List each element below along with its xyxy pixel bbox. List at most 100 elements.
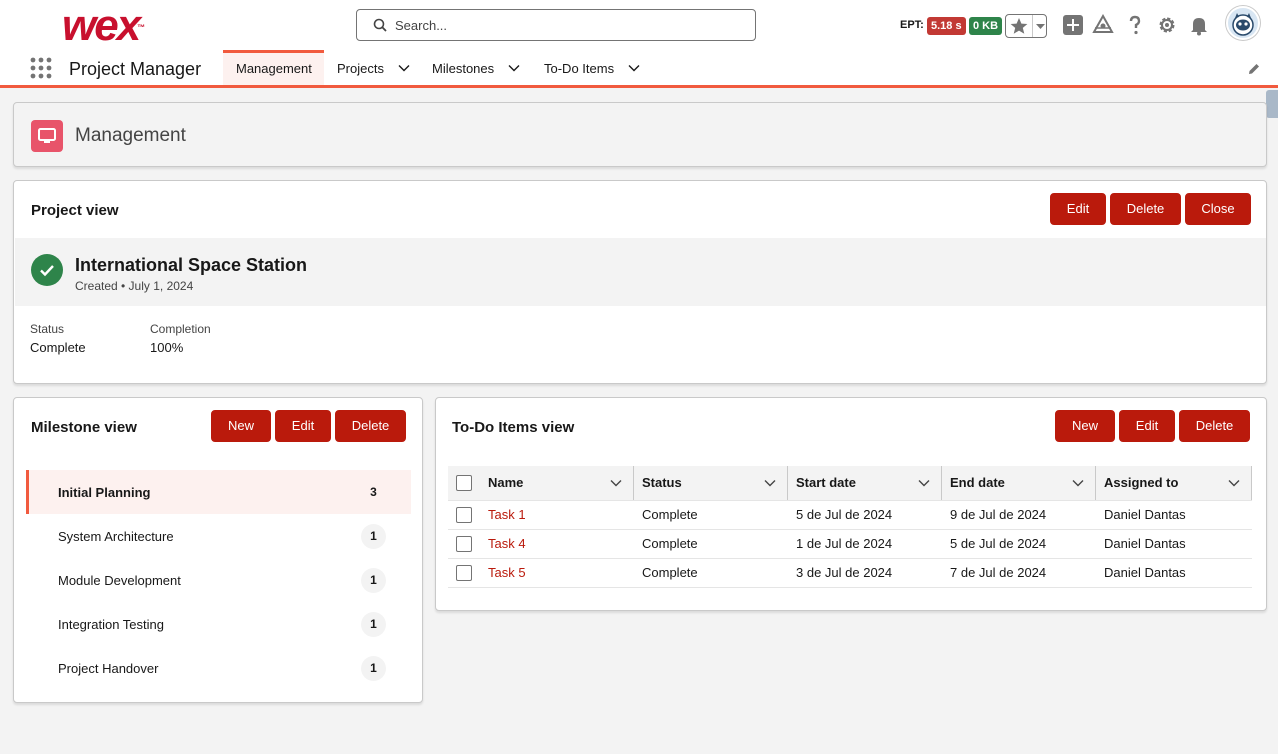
- avatar[interactable]: [1226, 6, 1260, 40]
- tab-label: Milestones: [432, 61, 495, 76]
- project-created: Created • July 1, 2024: [75, 279, 194, 293]
- table-row: Task 5 Complete 3 de Jul de 2024 7 de Ju…: [448, 558, 1252, 588]
- task-link[interactable]: Task 1: [488, 507, 526, 522]
- ept-label: EPT:: [900, 19, 924, 31]
- milestone-item[interactable]: Project Handover 1: [26, 646, 411, 690]
- column-header-end-date[interactable]: End date: [942, 466, 1096, 501]
- tab-milestones[interactable]: Milestones: [432, 50, 520, 85]
- table-row: Task 4 Complete 1 de Jul de 2024 5 de Ju…: [448, 529, 1252, 559]
- column-header-start-date[interactable]: Start date: [788, 466, 942, 501]
- milestone-view-card: Milestone view New Edit Delete Initial P…: [13, 397, 423, 703]
- column-label: Assigned to: [1104, 475, 1179, 491]
- trailhead-icon[interactable]: [1092, 14, 1114, 36]
- edit-button[interactable]: Edit: [1050, 193, 1106, 225]
- tab-management[interactable]: Management: [223, 50, 324, 85]
- milestone-count: 1: [361, 612, 386, 637]
- new-milestone-button[interactable]: New: [211, 410, 271, 442]
- todo-view-card: To-Do Items view New Edit Delete Name St…: [435, 397, 1267, 611]
- row-checkbox[interactable]: [456, 535, 472, 552]
- search-input[interactable]: [395, 15, 745, 35]
- help-icon[interactable]: [1124, 14, 1146, 36]
- gear-icon[interactable]: [1156, 14, 1178, 36]
- favorites-divider: [1032, 15, 1033, 37]
- milestone-label: Integration Testing: [58, 617, 164, 632]
- chevron-down-icon[interactable]: [1072, 477, 1084, 489]
- ept-size-badge: 0 KB: [969, 17, 1003, 35]
- status-cell: Complete: [634, 558, 788, 588]
- table-header-row: Name Status Start date End date Assigned…: [448, 466, 1252, 501]
- chevron-down-icon[interactable]: [1228, 477, 1240, 489]
- tab-projects[interactable]: Projects: [337, 50, 410, 85]
- project-name: International Space Station: [75, 255, 308, 275]
- column-header-status[interactable]: Status: [634, 466, 788, 501]
- row-checkbox[interactable]: [456, 506, 472, 523]
- app-navigation: Project Manager Management Projects Mile…: [0, 50, 1278, 88]
- completion-label: Completion: [150, 322, 211, 336]
- column-divider[interactable]: [1251, 466, 1252, 500]
- name-cell: Task 4: [480, 529, 634, 559]
- status-label: Status: [30, 322, 65, 336]
- chevron-down-icon[interactable]: [764, 477, 776, 489]
- star-icon[interactable]: [1009, 16, 1029, 36]
- task-link[interactable]: Task 5: [488, 565, 526, 580]
- project-highlights: International Space Station Created • Ju…: [15, 238, 1266, 306]
- project-view-card: Project view Edit Delete Close Internati…: [13, 180, 1267, 384]
- wex-logo[interactable]: wex ™: [62, 4, 145, 48]
- end-date-cell: 5 de Jul de 2024: [942, 529, 1096, 559]
- ept-time-badge: 5.18 s: [927, 17, 966, 35]
- card-title: Milestone view: [31, 419, 137, 436]
- assigned-to-cell: Daniel Dantas: [1096, 500, 1252, 530]
- row-select-cell: [448, 500, 480, 530]
- chevron-down-icon[interactable]: [398, 62, 410, 74]
- milestone-count: 3: [370, 485, 377, 499]
- completion-value: 100%: [150, 340, 184, 355]
- chevron-down-icon[interactable]: [508, 62, 520, 74]
- chevron-down-icon[interactable]: [610, 477, 622, 489]
- chevron-down-icon[interactable]: [918, 477, 930, 489]
- milestone-item[interactable]: Module Development 1: [26, 558, 411, 602]
- app-launcher-icon[interactable]: [30, 57, 52, 79]
- delete-todo-button[interactable]: Delete: [1179, 410, 1250, 442]
- table-row: Task 1 Complete 5 de Jul de 2024 9 de Ju…: [448, 500, 1252, 530]
- column-header-name[interactable]: Name: [480, 466, 634, 501]
- delete-milestone-button[interactable]: Delete: [335, 410, 406, 442]
- status-value: Complete: [30, 340, 86, 355]
- milestone-count: 1: [361, 568, 386, 593]
- global-search[interactable]: [356, 9, 756, 41]
- column-label: Status: [642, 475, 682, 491]
- add-icon[interactable]: [1062, 14, 1084, 36]
- chevron-down-icon[interactable]: [1035, 16, 1046, 36]
- milestone-item[interactable]: Initial Planning 3: [26, 470, 411, 514]
- side-panel-handle[interactable]: [1266, 90, 1278, 118]
- milestone-item[interactable]: Integration Testing 1: [26, 602, 411, 646]
- edit-nav-icon[interactable]: [1247, 62, 1261, 76]
- status-cell: Complete: [634, 529, 788, 559]
- bell-icon[interactable]: [1188, 14, 1210, 36]
- page-header: Management: [13, 102, 1267, 167]
- favorites-button-group: [1005, 14, 1047, 38]
- chevron-down-icon[interactable]: [628, 62, 640, 74]
- milestone-item[interactable]: System Architecture 1: [26, 514, 411, 558]
- task-link[interactable]: Task 4: [488, 536, 526, 551]
- row-checkbox[interactable]: [456, 564, 472, 581]
- tab-todo-items[interactable]: To-Do Items: [544, 50, 640, 85]
- tab-label: Projects: [337, 61, 384, 76]
- column-label: Start date: [796, 475, 856, 491]
- global-header: wex™ EPT: 5.18 s 0 KB: [0, 0, 1278, 50]
- logo-text: wex: [62, 1, 141, 50]
- column-header-assigned-to[interactable]: Assigned to: [1096, 466, 1252, 501]
- edit-todo-button[interactable]: Edit: [1119, 410, 1175, 442]
- monitor-icon: [31, 120, 63, 152]
- milestone-count: 1: [361, 524, 386, 549]
- page-title: Management: [75, 125, 186, 146]
- assigned-to-cell: Daniel Dantas: [1096, 529, 1252, 559]
- assigned-to-cell: Daniel Dantas: [1096, 558, 1252, 588]
- delete-button[interactable]: Delete: [1110, 193, 1181, 225]
- search-icon: [373, 18, 387, 32]
- astro-avatar-icon: [1232, 13, 1254, 36]
- new-todo-button[interactable]: New: [1055, 410, 1115, 442]
- close-button[interactable]: Close: [1185, 193, 1251, 225]
- edit-milestone-button[interactable]: Edit: [275, 410, 331, 442]
- check-circle-icon: [31, 254, 63, 286]
- select-all-checkbox[interactable]: [456, 475, 472, 492]
